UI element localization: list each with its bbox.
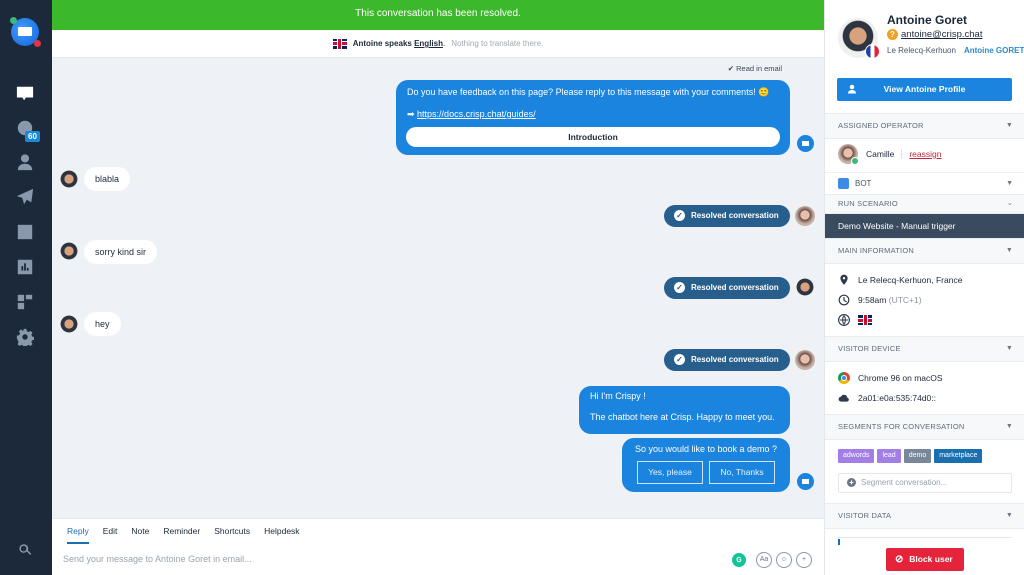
uk-flag-icon [332,38,347,49]
chevron-down-icon: ⌄ [1006,200,1013,207]
chrome-icon [838,372,850,384]
chevron-down-icon: ▼ [1005,512,1013,519]
profile-email[interactable]: ? antoine@crisp.chat [887,29,982,40]
operator-avatar [795,206,815,226]
scenario-option[interactable]: Demo Website - Manual trigger [825,214,1024,238]
segment-tags: adwords lead demo marketplace [838,449,983,463]
tab-note[interactable]: Note [131,526,149,544]
search-icon[interactable] [18,543,32,557]
docs-link[interactable]: https://docs.crisp.chat/guides/ [417,109,536,119]
bot-greeting-message: Hi I'm Crispy ! The chatbot here at Cris… [579,386,790,434]
location-pin-icon [838,274,850,286]
main-sidebar: 60 [0,0,52,575]
bot-avatar [796,472,815,491]
browser-row: Chrome 96 on macOS [838,372,943,384]
gear-icon[interactable] [16,328,35,348]
segment-tag[interactable]: lead [877,449,901,463]
visitor-avatar [59,170,79,190]
visitor-avatar [59,315,79,335]
uk-flag-icon [858,315,872,325]
operator-row: Camille reassign [838,144,941,165]
emoji-icon[interactable]: ☺ [776,552,792,568]
chevron-down-icon: ▼ [1005,423,1013,430]
segment-input[interactable]: Segment conversation... [838,473,1012,493]
read-status: ✔ Read in email [727,64,782,73]
grid-icon[interactable] [16,293,34,311]
introduction-button[interactable]: Introduction [406,127,780,147]
bot-avatar [796,134,815,153]
operator-avatar [795,350,815,370]
segments-header[interactable]: SEGMENTS FOR CONVERSATION ▼ [825,414,1024,440]
view-profile-button[interactable]: View Antoine Profile [837,78,1012,101]
segment-tag[interactable]: demo [903,449,932,463]
visitor-device-header[interactable]: VISITOR DEVICE ▼ [825,336,1024,362]
resolved-event: Resolved conversation [664,349,790,371]
no-thanks-button[interactable]: No, Thanks [709,461,775,484]
composer-tools: G Aa ☺ + [732,552,812,568]
visitor-data-header[interactable]: VISITOR DATA ▼ [825,503,1024,529]
demo-question-message: So you would like to book a demo ? Yes, … [622,438,790,492]
profile-location: Le Relecq-Kerhuon Antoine GORET [887,46,1024,55]
bot-section-header[interactable]: BOT ▼ [825,172,1024,194]
chevron-down-icon: ▼ [1006,180,1013,187]
crisp-logo[interactable] [10,17,41,47]
tab-reminder[interactable]: Reminder [163,526,200,544]
segment-tag[interactable]: marketplace [934,449,983,463]
language-row [838,314,878,326]
tab-edit[interactable]: Edit [103,526,118,544]
time-row: 9:58am (UTC+1) [838,294,922,306]
visitor-avatar [59,242,79,262]
resolved-event: Resolved conversation [664,205,790,227]
user-icon[interactable] [16,153,34,171]
tab-shortcuts[interactable]: Shortcuts [214,526,250,544]
globe-icon [838,314,850,326]
translation-bar: Antoine speaks English. Nothing to transl… [52,30,824,58]
reassign-link[interactable]: reassign [901,149,941,159]
visitor-message: sorry kind sir [84,240,158,264]
visitor-avatar [795,278,815,298]
tab-helpdesk[interactable]: Helpdesk [264,526,299,544]
cloud-icon [838,392,850,404]
assigned-operator-header[interactable]: ASSIGNED OPERATOR ▼ [825,113,1024,139]
book-icon[interactable] [16,223,34,241]
resolved-event: Resolved conversation [664,277,790,299]
location-row: Le Relecq-Kerhuon, France [838,274,962,286]
bot-icon [838,178,849,190]
profile-nickname: Antoine GORET [963,46,1024,55]
visitor-data-row [838,537,1012,545]
visitors-badge: 60 [25,131,40,142]
message-input[interactable]: Send your message to Antoine Goret in em… [63,554,252,564]
run-scenario-header[interactable]: RUN SCENARIO ⌄ [825,194,1024,214]
unverified-icon: ? [887,29,898,40]
block-user-button[interactable]: Block user [886,548,964,571]
visitor-message: hey [84,312,121,336]
ip-row: 2a01:e0a:535:74d0:: [838,392,936,404]
visitor-message: blabla [84,167,131,191]
link-icon: ➡ [407,109,418,119]
user-icon [848,84,856,94]
clock-icon [838,294,850,306]
format-text-icon[interactable]: Aa [756,552,772,568]
main-information-header[interactable]: MAIN INFORMATION ▼ [825,238,1024,264]
visitor-sidebar: Antoine Goret ? antoine@crisp.chat Le Rel… [824,0,1024,575]
chevron-down-icon: ▼ [1005,345,1013,352]
composer: Reply Edit Note Reminder Shortcuts Helpd… [52,518,824,575]
chevron-down-icon: ▼ [1005,122,1013,129]
yes-please-button[interactable]: Yes, please [637,461,703,484]
paper-plane-icon[interactable] [16,188,34,206]
segment-tag[interactable]: adwords [838,449,875,463]
profile-name: Antoine Goret [887,13,967,27]
france-flag-icon [865,44,880,59]
attach-plus-icon[interactable]: + [796,552,812,568]
tab-reply[interactable]: Reply [67,526,89,544]
grammarly-icon[interactable]: G [732,553,746,567]
operator-avatar [838,144,859,165]
chat-icon[interactable] [16,84,34,102]
feedback-message: Do you have feedback on this page? Pleas… [396,80,790,155]
chevron-down-icon: ▼ [1005,247,1013,254]
language-link[interactable]: English [414,39,443,48]
chart-icon[interactable] [16,258,34,276]
composer-tabs: Reply Edit Note Reminder Shortcuts Helpd… [67,526,300,544]
resolved-banner: This conversation has been resolved. [52,0,824,30]
